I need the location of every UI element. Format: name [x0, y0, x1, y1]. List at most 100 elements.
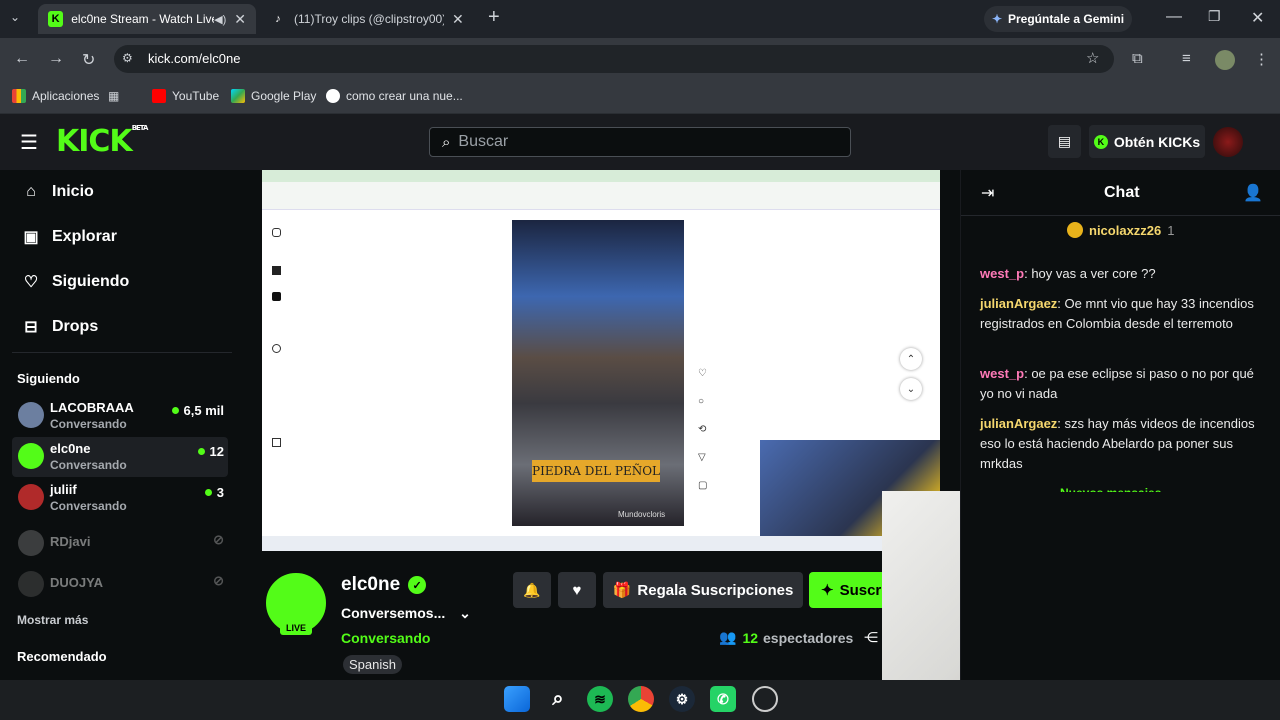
chrome-icon[interactable] [628, 686, 654, 712]
search-input[interactable]: ⌕ Buscar [429, 127, 851, 157]
collapse-chat-icon[interactable]: ⇥ [981, 183, 994, 203]
share-icon[interactable]: ⋲ [864, 629, 878, 646]
bookmark-star-icon[interactable]: ☆ [1086, 49, 1099, 67]
clips-icon-button[interactable]: ▤ [1048, 125, 1081, 158]
chat-header-divider [961, 215, 1280, 216]
follow-heart-button[interactable]: ♥ [558, 572, 596, 608]
chat-username[interactable]: julianArgaez [980, 416, 1057, 431]
viewer-count-label: espectadores [763, 629, 854, 646]
instagram-nav-column [272, 228, 282, 518]
windows-start-icon[interactable] [504, 686, 530, 712]
scroll-down-icon: ⌄ [900, 378, 922, 400]
minimize-button[interactable]: — [1166, 8, 1182, 26]
forward-icon[interactable]: → [48, 50, 64, 68]
bookmark-google-play[interactable]: Google Play [231, 89, 316, 103]
viewer-count: 3 [204, 485, 224, 500]
get-kicks-button[interactable]: K Obtén KICKs [1089, 125, 1205, 158]
chat-username[interactable]: west_p [980, 266, 1024, 281]
gift-badge-icon [1067, 222, 1083, 238]
close-window-button[interactable]: ✕ [1251, 8, 1264, 28]
hamburger-menu-icon[interactable]: ☰ [20, 130, 38, 155]
following-item-juliif[interactable]: juliif Conversando 3 [18, 480, 228, 518]
browser-menu-icon[interactable]: ⋮ [1254, 50, 1269, 68]
nav-label: Siguiendo [52, 273, 130, 290]
channel-name[interactable]: elc0ne ✓ [341, 574, 427, 596]
tab-tiktok[interactable]: ♪ (11)Troy clips (@clipstroy00) | Ti ✕ [260, 4, 478, 34]
bookmark-label: Google Play [251, 89, 317, 103]
nav-label: Inicio [52, 183, 94, 200]
back-icon[interactable]: ← [14, 50, 30, 68]
chat-users-icon[interactable]: 👤 [1243, 183, 1263, 203]
home-icon [272, 266, 281, 275]
subscribe-button[interactable]: ✦ Suscr [809, 572, 882, 608]
offline-icon: ⊘ [213, 532, 224, 547]
steam-icon[interactable]: ⚙ [669, 686, 695, 712]
gift-subs-button[interactable]: 🎁 Regala Suscripciones [603, 572, 803, 608]
kick-logo[interactable]: KICKBETA [56, 124, 148, 159]
following-item-rdjavi[interactable]: RDjavi ⊘ [18, 526, 228, 564]
language-tag[interactable]: Spanish [343, 655, 402, 674]
following-item-elc0ne[interactable]: elc0ne Conversando 12 [18, 439, 228, 477]
url-text: kick.com/elc0ne [148, 51, 241, 66]
subscribe-label: Suscr [839, 581, 882, 599]
chat-username[interactable]: julianArgaez [980, 296, 1057, 311]
following-item-duojya[interactable]: DUOJYA ⊘ [18, 567, 228, 605]
reload-icon[interactable]: ↻ [82, 50, 95, 70]
sidebar-item-home[interactable]: ⌂ Inicio [22, 183, 94, 201]
browser-tab-bar: ⌄ K elc0ne Stream - Watch Live o ◀) ✕ ♪ … [0, 0, 1280, 38]
site-info-icon[interactable]: ⚙ [122, 51, 133, 65]
shared-screen-taskbar [262, 536, 940, 551]
channel-category: Conversando [50, 417, 127, 431]
search-icon[interactable]: ⌕ [545, 686, 571, 712]
bookmark-apps[interactable]: Aplicaciones [12, 89, 99, 103]
new-messages-pill[interactable]: Nuevos mensajes [1060, 486, 1161, 492]
live-badge: LIVE [280, 621, 312, 635]
stream-category[interactable]: Conversando [341, 630, 430, 646]
new-tab-button[interactable]: + [488, 6, 500, 29]
chat-username[interactable]: west_p [980, 366, 1024, 381]
google-play-icon [231, 89, 245, 103]
show-more-link[interactable]: Mostrar más [17, 613, 88, 627]
profile-avatar[interactable] [1215, 50, 1235, 70]
heart-icon: ♡ [23, 274, 39, 291]
sidebar-item-explore[interactable]: ▣ Explorar [22, 228, 117, 246]
drops-icon: ⊟ [24, 319, 38, 336]
tab-search-chevron-icon[interactable]: ⌄ [10, 10, 28, 28]
sidebar-item-following[interactable]: ♡ Siguiendo [22, 273, 130, 291]
gemini-button[interactable]: ✦ Pregúntale a Gemini [984, 6, 1132, 32]
spotify-icon[interactable]: ≋ [587, 686, 613, 712]
tab-close-icon[interactable]: ✕ [452, 11, 464, 28]
verified-icon: ✓ [408, 576, 427, 594]
speaker-icon: ◀) [214, 13, 227, 26]
viewer-count: 👥 12 espectadores [719, 629, 853, 646]
extensions-icon[interactable]: ⧉ [1132, 50, 1143, 67]
shared-screen-toolbar [262, 182, 940, 210]
video-player[interactable]: PIEDRA DEL PEÑOL Mundovcloris ♡ ○ ⟲ ▽ ▢ ⌃ ⌄ [262, 170, 940, 551]
following-item-lacobraaa[interactable]: LACOBRAAA Conversando 6,5 mil [18, 398, 228, 436]
media-control-icon[interactable]: ≡ [1182, 50, 1191, 67]
viewer-count: 6,5 mil [171, 403, 224, 418]
sidebar-item-drops[interactable]: ⊟ Drops [22, 318, 98, 336]
notifications-bell-button[interactable]: 🔔 [513, 572, 551, 608]
nav-label: Explorar [52, 228, 117, 245]
stream-title[interactable]: Conversemos... ⌄ [341, 605, 471, 622]
tab-close-icon[interactable]: ✕ [234, 11, 246, 28]
kick-favicon-icon: K [48, 11, 64, 27]
bookmark-grid[interactable]: ▦ [108, 89, 119, 103]
bookmark-google[interactable]: como crear una nue... [326, 89, 463, 103]
chat-message: julianArgaez: Oe mnt vio que hay 33 ince… [980, 296, 1254, 331]
bookmark-youtube[interactable]: YouTube [152, 89, 219, 103]
avatar [18, 530, 44, 556]
whatsapp-icon[interactable]: ✆ [710, 686, 736, 712]
bookmarks-bar: Aplicaciones ▦ YouTube Google Play como … [0, 80, 1280, 114]
user-avatar[interactable] [1213, 127, 1243, 157]
pinned-user[interactable]: nicolaxzz26 [1089, 223, 1161, 238]
chat-message: west_p: oe pa ese eclipse si paso o no p… [980, 366, 1254, 401]
app-icon[interactable] [752, 686, 778, 712]
address-bar[interactable]: ⚙ kick.com/elc0ne ☆ [114, 45, 1114, 73]
kicks-coin-icon: K [1093, 134, 1108, 149]
tab-kick[interactable]: K elc0ne Stream - Watch Live o ◀) ✕ [38, 4, 256, 34]
maximize-button[interactable]: ❐ [1208, 8, 1221, 25]
channel-category: Conversando [50, 499, 127, 513]
reel-video: PIEDRA DEL PEÑOL Mundovcloris [512, 220, 684, 526]
